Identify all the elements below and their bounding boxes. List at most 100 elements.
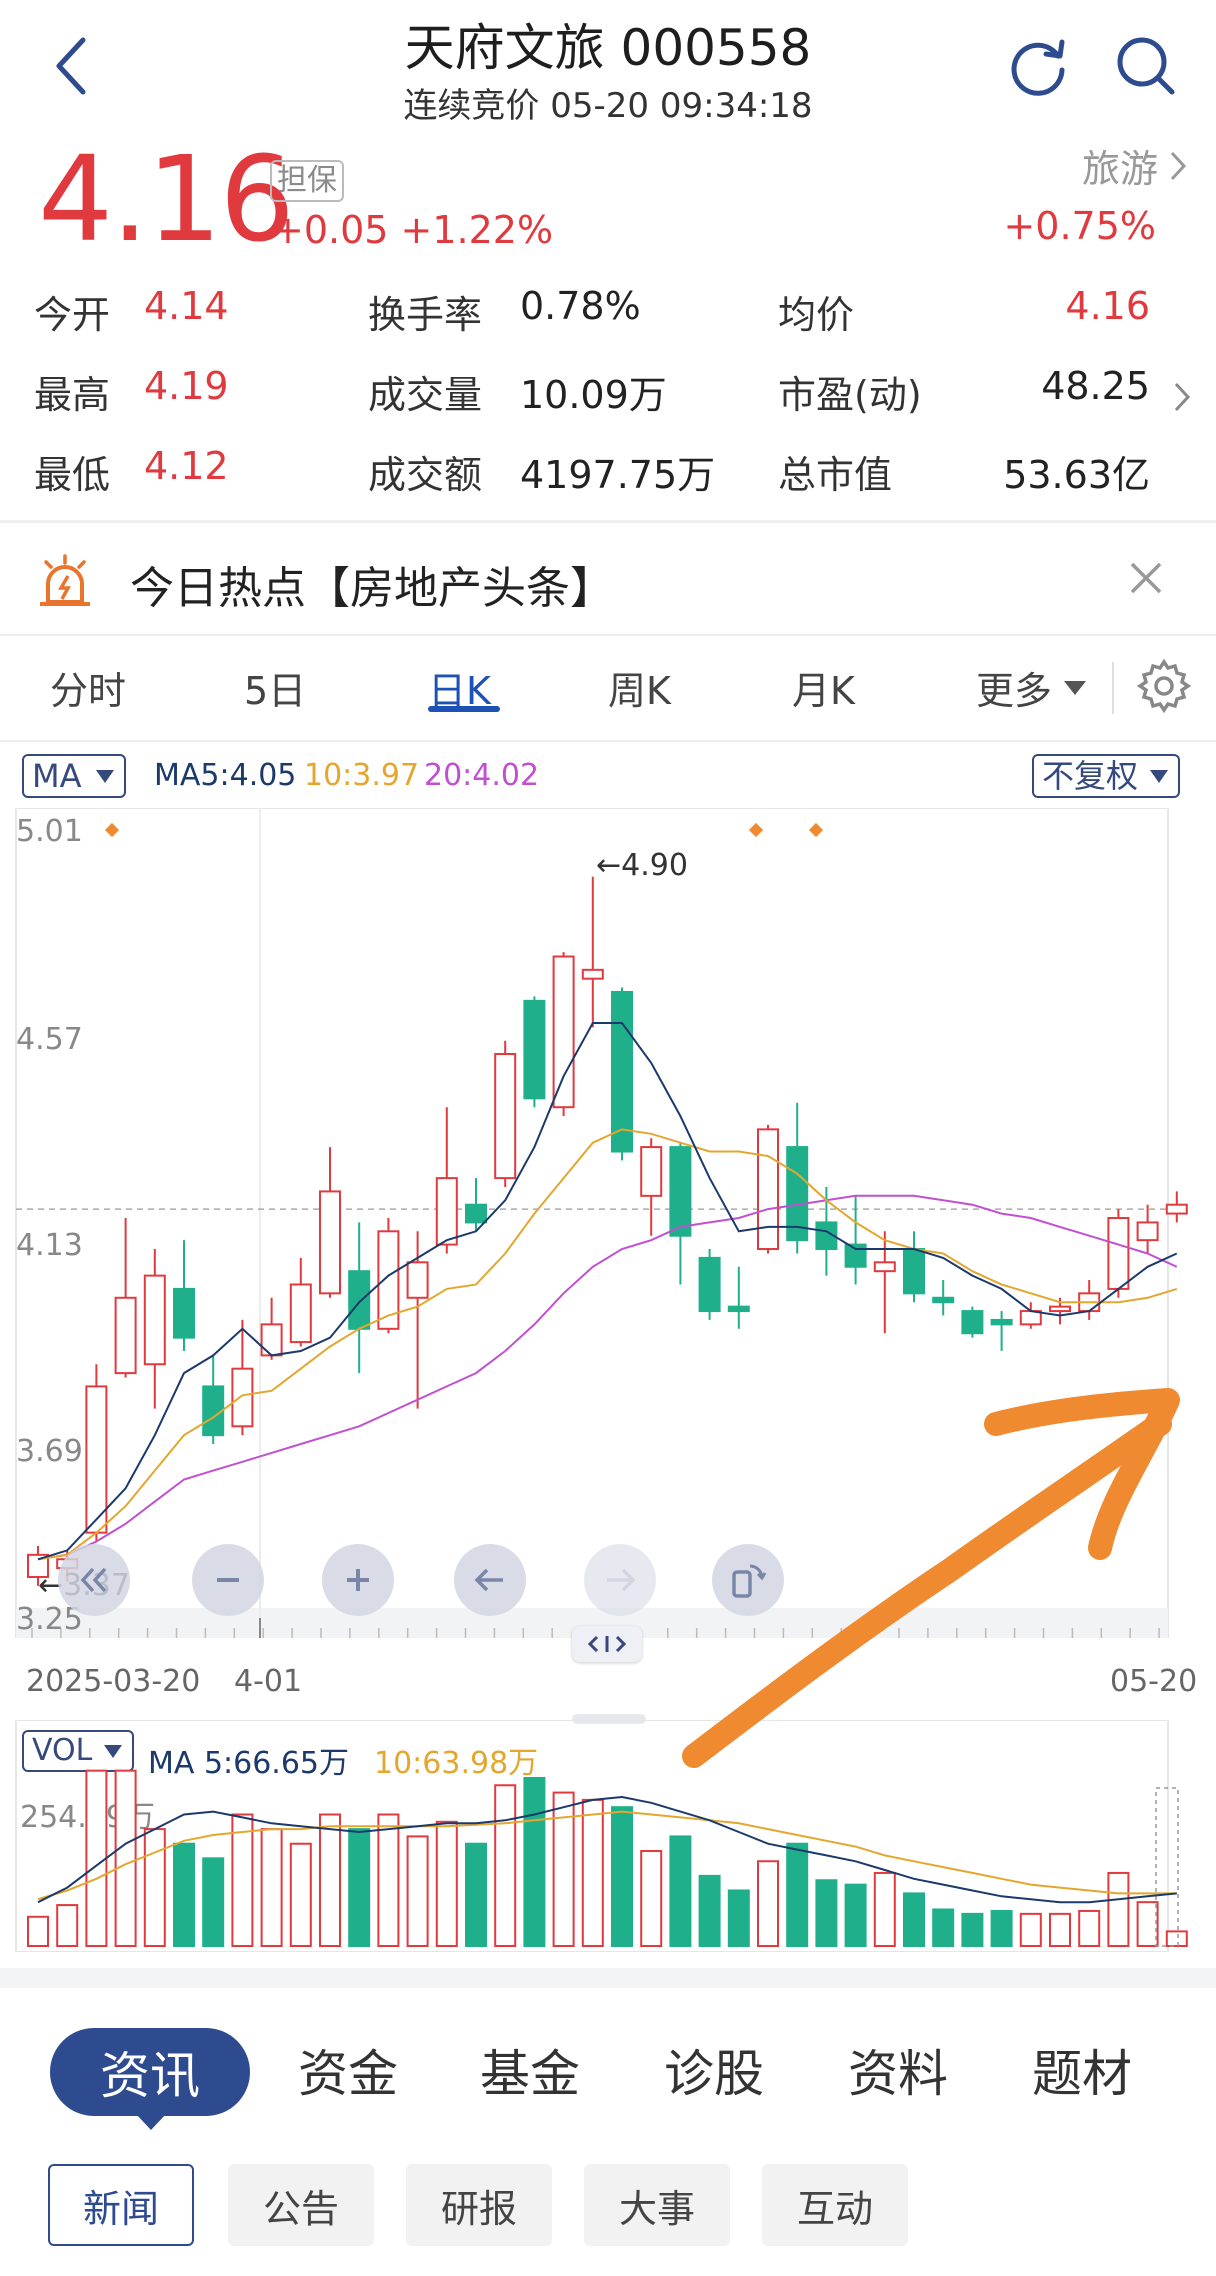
- resize-horizontal-icon: [587, 1635, 627, 1653]
- tab-more-label: 更多: [976, 669, 1053, 713]
- scroll-right-button[interactable]: [584, 1544, 656, 1616]
- arrow-right-icon: [607, 1568, 636, 1592]
- volume-bar: [873, 1871, 896, 1947]
- stats-expand-button[interactable]: [1172, 380, 1192, 418]
- tab-diagnosis[interactable]: 诊股: [664, 2034, 764, 2106]
- x-tick: 2025-03-20: [26, 1664, 201, 1699]
- candle-body: [435, 1177, 458, 1246]
- y-tick: 4.13: [16, 1228, 83, 1263]
- pe-label: 市盈(动): [778, 373, 922, 417]
- x-tick: 4-01: [234, 1664, 303, 1699]
- volume-bar: [494, 1784, 517, 1948]
- volume-bar: [611, 1806, 633, 1947]
- candle-body: [903, 1248, 925, 1295]
- search-button[interactable]: [1108, 28, 1184, 104]
- candle-body: [640, 1146, 663, 1197]
- adjust-selector[interactable]: 不复权: [1032, 754, 1181, 798]
- chart-resize-handle[interactable]: [572, 1626, 642, 1662]
- candle-body: [727, 1305, 750, 1313]
- candle-body: [173, 1287, 195, 1339]
- adjust-selector-label: 不复权: [1042, 757, 1139, 795]
- tab-news-label: 资讯: [100, 2047, 200, 2105]
- candle-body: [289, 1283, 312, 1344]
- candle-body: [552, 955, 575, 1109]
- chart-settings-button[interactable]: [1136, 658, 1192, 718]
- volume-bar: [903, 1892, 925, 1948]
- volume-bar: [727, 1889, 750, 1948]
- candle-body: [1165, 1203, 1188, 1215]
- hot-topic-banner[interactable]: 今日热点【房地产头条】: [0, 524, 1216, 634]
- volume-bar: [990, 1909, 1013, 1948]
- volume-bar: [669, 1835, 692, 1947]
- chevron-right-icon: [1170, 151, 1187, 180]
- volume-bar: [1107, 1871, 1130, 1947]
- caret-down-icon: [1150, 770, 1169, 783]
- candle-body: [611, 990, 633, 1153]
- subtab-announcements[interactable]: 公告: [228, 2164, 374, 2246]
- volume-bar: [143, 1828, 166, 1947]
- tab-pointer: [136, 2114, 166, 2130]
- zoom-out-button[interactable]: [192, 1544, 264, 1616]
- turnover-value: 0.78%: [520, 284, 641, 328]
- event-marker: [808, 822, 824, 838]
- candle-body: [406, 1261, 429, 1299]
- volume-bar: [1136, 1901, 1159, 1947]
- subtab-events[interactable]: 大事: [584, 2164, 730, 2246]
- volume-bar: [815, 1879, 838, 1947]
- candle-body: [494, 1053, 517, 1180]
- tab-news[interactable]: 资讯: [50, 2028, 250, 2116]
- gear-icon: [1136, 658, 1192, 714]
- search-icon: [1117, 37, 1175, 95]
- divider: [0, 740, 1216, 742]
- close-icon: [1130, 562, 1162, 594]
- volume-bar: [844, 1883, 867, 1947]
- tab-monthly-k[interactable]: 月K: [792, 660, 855, 715]
- caret-down-icon: [95, 770, 114, 783]
- candle-body: [961, 1310, 984, 1335]
- tab-weekly-k[interactable]: 周K: [608, 660, 671, 715]
- candle-body: [669, 1146, 692, 1237]
- low-label: 最低: [34, 453, 111, 497]
- volume-bar: [173, 1842, 195, 1947]
- candle-body: [523, 999, 546, 1100]
- tab-themes[interactable]: 题材: [1032, 2034, 1132, 2106]
- tab-minute[interactable]: 分时: [50, 660, 126, 715]
- close-button[interactable]: [1126, 558, 1174, 606]
- volume-bar: [289, 1842, 312, 1947]
- subtab-research[interactable]: 研报: [406, 2164, 552, 2246]
- subtab-news[interactable]: 新闻: [48, 2164, 194, 2246]
- volume-bar: [406, 1835, 429, 1947]
- volume-bar: [932, 1908, 955, 1947]
- refresh-button[interactable]: [1000, 28, 1076, 104]
- divider: [0, 634, 1216, 636]
- turnover-label: 换手率: [368, 293, 483, 337]
- scroll-left-button[interactable]: [454, 1544, 526, 1616]
- tab-5day[interactable]: 5日: [244, 660, 306, 715]
- zoom-in-button[interactable]: [322, 1544, 394, 1616]
- volume-bar: [348, 1828, 371, 1947]
- ma-selector[interactable]: MA: [22, 754, 126, 798]
- volume-bar: [114, 1769, 137, 1947]
- open-label: 今开: [34, 293, 111, 337]
- candle-body: [260, 1323, 283, 1357]
- tab-fund[interactable]: 基金: [480, 2034, 580, 2106]
- subtab-interaction[interactable]: 互动: [762, 2164, 908, 2246]
- sector-link[interactable]: 旅游: [1082, 138, 1188, 193]
- event-marker: [748, 822, 764, 838]
- amount-label: 成交额: [368, 453, 483, 497]
- volume-bar: [465, 1842, 487, 1947]
- tab-profile[interactable]: 资料: [848, 2034, 948, 2106]
- volume-bar: [202, 1857, 225, 1948]
- tab-more[interactable]: 更多: [976, 660, 1088, 715]
- candle-body: [319, 1190, 341, 1295]
- arrow-left-icon: [474, 1568, 503, 1592]
- tab-funds[interactable]: 资金: [298, 2034, 398, 2106]
- candle-body: [581, 968, 604, 980]
- candle-body: [698, 1256, 721, 1313]
- candle-body: [873, 1261, 896, 1273]
- scroll-start-button[interactable]: [58, 1544, 130, 1616]
- divider: [0, 1968, 1216, 1988]
- divider: [1112, 662, 1114, 714]
- candle-body: [1049, 1305, 1071, 1313]
- chevron-right-icon: [1174, 382, 1191, 412]
